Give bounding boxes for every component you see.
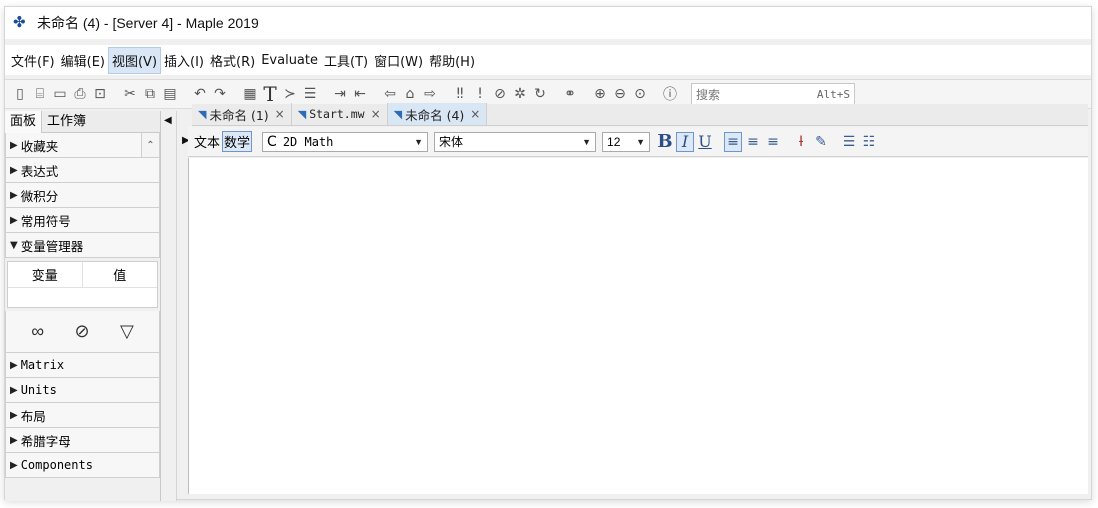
tab-workbook[interactable]: 工作簿 — [42, 111, 91, 133]
column-variable[interactable]: 变量 — [8, 262, 83, 287]
palette-label: 表达式 — [20, 163, 59, 179]
palette-label: Components — [20, 458, 93, 472]
document-tab[interactable]: ◥ 未命名 (4) × — [387, 103, 488, 125]
column-value[interactable]: 值 — [83, 262, 158, 287]
font-family-select[interactable]: 宋体 ▼ — [434, 131, 597, 152]
variable-table-header: 变量 值 — [8, 262, 157, 288]
palette-label: 微积分 — [20, 188, 59, 204]
document-tab-label: 未命名 (1) — [209, 107, 269, 123]
clear-format-icon[interactable]: Ɨ — [792, 132, 810, 152]
dropdown-caret-icon: ▼ — [636, 136, 646, 147]
input-mode-icon: C — [267, 133, 277, 150]
collapsed-triangle-icon: ▶ — [10, 359, 18, 371]
worksheet-icon: ◥ — [198, 107, 207, 121]
align-center-icon[interactable]: ≡ — [744, 132, 762, 152]
numbered-list-icon[interactable]: ☷ — [860, 132, 878, 152]
collapsed-triangle-icon: ▶ — [10, 189, 18, 201]
show-glasses-icon[interactable]: ∞ — [31, 321, 44, 342]
dropdown-caret-icon: ▼ — [414, 136, 424, 147]
document-tab-label: Start.mw — [309, 107, 365, 121]
tab-palettes[interactable]: 面板 — [5, 110, 43, 133]
worksheet-icon: ◥ — [297, 107, 307, 121]
palette-header[interactable]: ▶ Matrix — [5, 353, 160, 378]
palette-label: Matrix — [20, 358, 65, 372]
collapsed-triangle-icon: ▶ — [10, 164, 18, 176]
close-icon[interactable]: × — [371, 107, 381, 121]
collapsed-triangle-icon: ▶ — [10, 214, 18, 226]
palette-label: Units — [20, 383, 57, 397]
expanded-triangle-icon: ▼ — [10, 239, 18, 251]
hide-eye-icon[interactable]: ⊘ — [74, 321, 89, 342]
underline-button[interactable]: U — [696, 132, 714, 152]
document-tab[interactable]: ◥ Start.mw × — [292, 103, 388, 125]
palette-header[interactable]: ▶ 布局 — [5, 403, 160, 428]
format-toolbar: 文本 数学 C 2D Math ▼ 宋体 ▼ 12 ▼ B I U ≡ ≡ ≡ Ɨ… — [188, 127, 1088, 157]
palette-header[interactable]: ▶ Components — [5, 453, 160, 478]
collapsed-triangle-icon: ▶ — [10, 459, 18, 471]
font-size-value: 12 — [607, 134, 621, 149]
align-right-icon[interactable]: ≡ — [764, 132, 782, 152]
collapsed-triangle-icon: ▶ — [10, 384, 18, 396]
palette-header[interactable]: ▶ 收藏夹 ⌃ — [5, 133, 160, 158]
dropdown-caret-icon: ▼ — [582, 136, 592, 147]
variable-manager-tools: ∞ ⊘ ▽ — [5, 311, 160, 353]
panel-splitter[interactable]: ◀ ▶ — [161, 111, 190, 501]
palette-header[interactable]: ▶ 常用符号 — [5, 208, 160, 233]
document-tab[interactable]: ◥ 未命名 (1) × — [192, 103, 292, 125]
palette-panel: 面板 工作簿 ▶ 收藏夹 ⌃ ▶ 表达式 ▶ 微积分 ▶ 常用符号 ▼ 变量管理器 变量 值 ∞ ⊘… — [5, 110, 161, 501]
highlight-icon[interactable]: ✎ — [812, 132, 830, 152]
palette-label: 常用符号 — [20, 213, 71, 229]
document-tab-label: 未命名 (4) — [405, 107, 465, 123]
close-icon[interactable]: × — [275, 107, 285, 121]
palette-label: 希腊字母 — [20, 433, 71, 449]
palette-header[interactable]: ▼ 变量管理器 — [5, 233, 160, 258]
collapsed-triangle-icon: ▶ — [10, 139, 18, 151]
collapsed-triangle-icon: ▶ — [10, 434, 18, 446]
palette-label: 收藏夹 — [20, 138, 59, 154]
palette-header[interactable]: ▶ 表达式 — [5, 158, 160, 183]
variable-table[interactable]: 变量 值 — [7, 261, 158, 308]
worksheet-canvas[interactable] — [188, 158, 1088, 494]
collapsed-triangle-icon: ▶ — [10, 409, 18, 421]
bullet-list-icon[interactable]: ☰ — [840, 132, 858, 152]
document-tabs: ◥ 未命名 (1) × ◥ Start.mw × ◥ 未命名 (4) × — [192, 103, 1088, 126]
palette-label: 布局 — [20, 408, 46, 424]
bold-button[interactable]: B — [656, 131, 674, 152]
scroll-up-icon[interactable]: ⌃ — [141, 133, 159, 157]
font-size-select[interactable]: 12 ▼ — [602, 131, 651, 152]
palette-list-top: ▶ 收藏夹 ⌃ ▶ 表达式 ▶ 微积分 ▶ 常用符号 ▼ 变量管理器 — [5, 133, 160, 258]
palette-header[interactable]: ▶ 希腊字母 — [5, 428, 160, 453]
math-mode-button[interactable]: 数学 — [222, 131, 253, 152]
palette-header[interactable]: ▶ 微积分 — [5, 183, 160, 208]
input-mode-value: 2D Math — [282, 134, 334, 149]
filter-icon[interactable]: ▽ — [120, 321, 134, 342]
palette-header[interactable]: ▶ Units — [5, 378, 160, 403]
palette-list-bottom: ▶ Matrix ▶ Units ▶ 布局 ▶ 希腊字母 ▶ Components — [5, 353, 160, 478]
palette-tabs: 面板 工作簿 — [5, 110, 160, 133]
font-family-value: 宋体 — [439, 135, 464, 149]
align-left-icon[interactable]: ≡ — [724, 131, 743, 152]
italic-button[interactable]: I — [676, 131, 695, 152]
close-icon[interactable]: × — [470, 107, 480, 121]
text-mode-button[interactable]: 文本 — [194, 132, 220, 151]
collapse-left-icon[interactable]: ◀ — [164, 115, 172, 126]
worksheet-icon: ◥ — [393, 107, 403, 121]
palette-label: 变量管理器 — [20, 238, 84, 254]
input-mode-select[interactable]: C 2D Math ▼ — [262, 131, 429, 152]
